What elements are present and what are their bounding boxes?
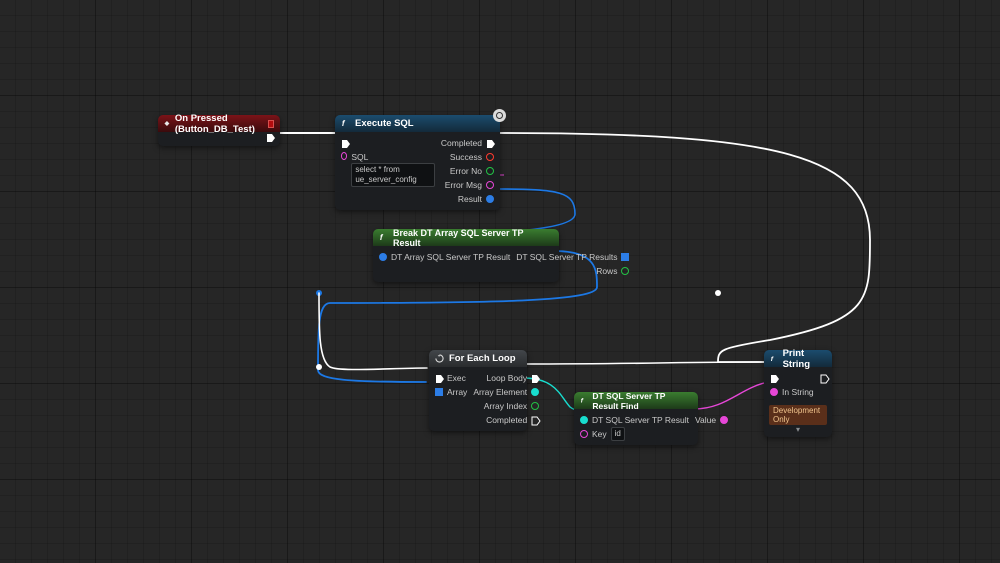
node-title: Print String <box>783 348 826 370</box>
event-diamond-icon <box>164 119 170 128</box>
errorno-pin-icon[interactable] <box>486 167 494 175</box>
svg-text:f: f <box>581 398 584 405</box>
node-for-each-loop[interactable]: For Each Loop Exec Array Loop Body Array… <box>429 350 527 431</box>
rows-out-label: Rows <box>596 266 617 276</box>
node-title: On Pressed (Button_DB_Test) <box>175 113 263 135</box>
key-in-label: Key <box>592 429 607 439</box>
rows-pin-icon[interactable] <box>621 267 629 275</box>
value-out-pin-icon[interactable] <box>720 416 728 424</box>
exec-in-label: Exec <box>447 373 466 383</box>
node-header[interactable]: On Pressed (Button_DB_Test) <box>158 115 280 132</box>
errormsg-label: Error Msg <box>445 180 482 190</box>
errormsg-pin-icon[interactable] <box>486 181 494 189</box>
struct-in-pin-icon[interactable] <box>379 253 387 261</box>
svg-text:f: f <box>380 233 384 242</box>
array-in-pin-icon[interactable] <box>435 388 443 396</box>
exec-in-pin-icon[interactable] <box>341 139 349 147</box>
instring-pin-icon[interactable] <box>770 388 778 396</box>
sql-in-pin-icon[interactable] <box>341 152 347 160</box>
node-title: Execute SQL <box>355 118 414 129</box>
node-title: DT SQL Server TP Result Find <box>592 391 692 411</box>
node-header[interactable]: For Each Loop <box>429 350 527 367</box>
svg-text:f: f <box>771 356 774 363</box>
node-title: For Each Loop <box>449 353 516 364</box>
exec-out-pin-icon[interactable] <box>266 133 274 141</box>
array-in-label: Array <box>447 387 467 397</box>
completed-exec-pin-icon[interactable] <box>486 139 494 147</box>
dev-only-badge: Development Only <box>769 405 827 425</box>
result-in-pin-icon[interactable] <box>580 416 588 424</box>
node-header[interactable]: f Execute SQL <box>335 115 500 132</box>
loopbody-label: Loop Body <box>487 373 528 383</box>
completed-label: Completed <box>441 138 482 148</box>
svg-text:f: f <box>342 119 346 128</box>
arrayelement-pin-icon[interactable] <box>531 388 539 396</box>
loop-icon <box>435 354 444 363</box>
result-in-label: DT SQL Server TP Result <box>592 415 689 425</box>
function-f-icon: f <box>770 354 778 363</box>
function-f-icon: f <box>341 119 350 128</box>
node-title: Break DT Array SQL Server TP Result <box>393 228 553 248</box>
key-in-pin-icon[interactable] <box>580 430 588 438</box>
node-on-pressed[interactable]: On Pressed (Button_DB_Test) <box>158 115 280 146</box>
instring-label: In String <box>782 387 814 397</box>
result-pin-icon[interactable] <box>486 195 494 203</box>
key-value-input[interactable]: id <box>611 427 625 441</box>
arrayelement-label: Array Element <box>473 387 527 397</box>
struct-in-label: DT Array SQL Server TP Result <box>391 252 510 262</box>
latent-clock-icon <box>493 109 506 122</box>
exec-in-pin-icon[interactable] <box>770 374 778 382</box>
node-header[interactable]: f Break DT Array SQL Server TP Result <box>373 229 559 246</box>
loopbody-exec-pin-icon[interactable] <box>531 374 539 382</box>
errorno-label: Error No <box>450 166 482 176</box>
exec-in-pin-icon[interactable] <box>435 374 443 382</box>
node-result-find[interactable]: f DT SQL Server TP Result Find DT SQL Se… <box>574 392 698 445</box>
success-pin-icon[interactable] <box>486 153 494 161</box>
sql-label: SQL <box>351 152 435 162</box>
function-f-icon: f <box>379 233 388 242</box>
completed-exec-pin-icon[interactable] <box>531 416 539 424</box>
exec-out-pin-icon[interactable] <box>820 374 828 382</box>
success-label: Success <box>450 152 482 162</box>
node-break-dt-array[interactable]: f Break DT Array SQL Server TP Result DT… <box>373 229 559 282</box>
node-header[interactable]: f Print String <box>764 350 832 367</box>
expand-node-caret-icon[interactable]: ▾ <box>769 425 827 434</box>
results-array-pin-icon[interactable] <box>621 253 629 261</box>
delegate-pin-icon[interactable] <box>268 120 274 128</box>
node-execute-sql[interactable]: f Execute SQL SQL select * from ue_serve… <box>335 115 500 210</box>
arrayindex-pin-icon[interactable] <box>531 402 539 410</box>
arrayindex-label: Array Index <box>484 401 527 411</box>
result-label: Result <box>458 194 482 204</box>
results-out-label: DT SQL Server TP Results <box>516 252 617 262</box>
value-out-label: Value <box>695 415 716 425</box>
completed-label: Completed <box>486 415 527 425</box>
node-header[interactable]: f DT SQL Server TP Result Find <box>574 392 698 409</box>
node-print-string[interactable]: f Print String In String Development Onl… <box>764 350 832 437</box>
sql-value-input[interactable]: select * from ue_server_config <box>351 163 435 187</box>
function-f-icon: f <box>580 396 587 405</box>
